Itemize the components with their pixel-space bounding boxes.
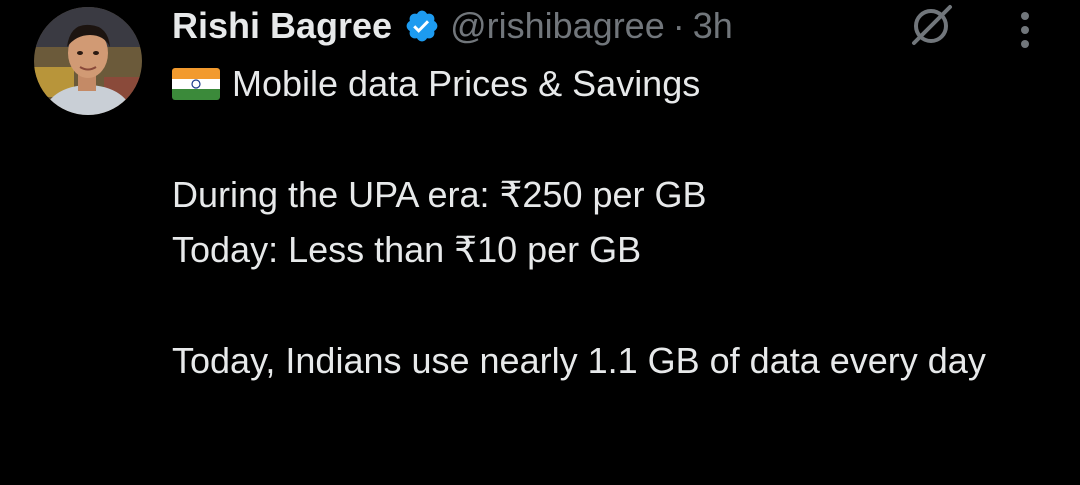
grok-icon[interactable] [908,2,954,48]
india-flag-emoji [172,68,220,100]
tweet-line-today-price: Today: Less than ₹10 per GB [172,229,642,270]
tweet-text: Mobile data Prices & Savings During the … [172,56,1032,388]
tweet-title-text: Mobile data Prices & Savings [232,63,701,104]
tweet-timestamp[interactable]: 3h [693,5,733,47]
separator-dot: · [672,5,685,46]
tweet-line-usage: Today, Indians use nearly 1.1 GB of data… [172,340,986,381]
author-avatar[interactable] [34,7,142,115]
tweet-line-title: Mobile data Prices & Savings [172,56,1032,111]
author-handle[interactable]: @rishibagree [450,5,665,47]
tweet-line-upa-price: During the UPA era: ₹250 per GB [172,174,707,215]
tweet[interactable]: Rishi Bagree @rishibagree · 3h Mobile da… [0,0,1080,485]
author-display-name[interactable]: Rishi Bagree [172,5,392,47]
more-vertical-icon[interactable] [1010,10,1040,50]
verified-badge-icon[interactable] [404,8,440,44]
avatar-image [34,7,142,115]
tweet-header: Rishi Bagree @rishibagree · 3h [172,0,733,52]
